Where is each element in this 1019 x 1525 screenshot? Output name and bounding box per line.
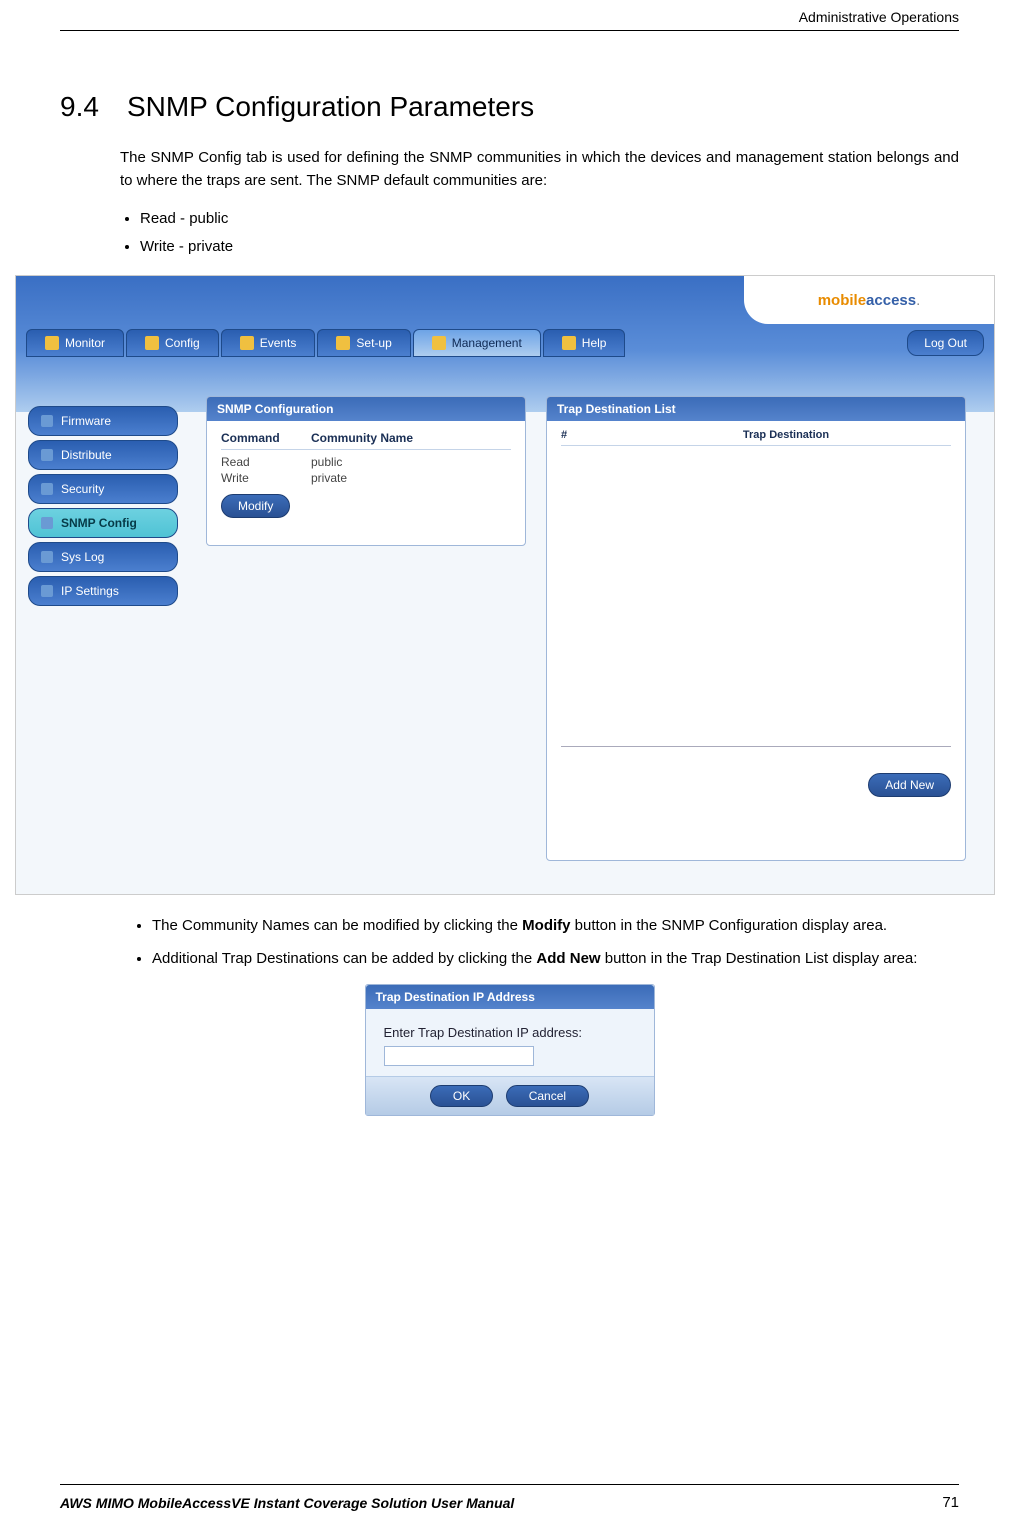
modify-button[interactable]: Modify [221,494,290,518]
page-number: 71 [942,1494,959,1511]
col-community-name: Community Name [311,431,413,445]
list-item: Read - public [140,206,959,232]
page-header-right: Administrative Operations [799,9,959,25]
distribute-icon [41,449,53,461]
logout-button[interactable]: Log Out [907,330,984,356]
app-screenshot: mobileaccess. Monitor Config Events Set-… [15,275,995,895]
nav-bar: Monitor Config Events Set-up Management … [26,326,984,360]
table-row: Writeprivate [221,470,511,486]
sidebar-item-syslog[interactable]: Sys Log [28,542,178,572]
monitor-icon [45,336,59,350]
cancel-button[interactable]: Cancel [506,1085,589,1107]
add-new-button[interactable]: Add New [868,773,951,797]
nav-tab-management[interactable]: Management [413,329,541,357]
list-item: Write - private [140,234,959,260]
col-hash: # [561,429,621,441]
ok-button[interactable]: OK [430,1085,493,1107]
nav-tab-monitor[interactable]: Monitor [26,329,124,357]
trap-ip-dialog: Trap Destination IP Address Enter Trap D… [365,984,655,1116]
wrench-icon [145,336,159,350]
sidebar: Firmware Distribute Security SNMP Config… [28,406,178,606]
section-number: 9.4 [60,91,99,123]
nav-tab-setup[interactable]: Set-up [317,329,410,357]
sidebar-item-firmware[interactable]: Firmware [28,406,178,436]
sidebar-item-snmp-config[interactable]: SNMP Config [28,508,178,538]
snmp-panel-title: SNMP Configuration [207,397,525,421]
footer-left: AWS MIMO MobileAccessVE Instant Coverage… [60,1495,514,1511]
table-row: Readpublic [221,454,511,470]
setup-icon [336,336,350,350]
sidebar-item-distribute[interactable]: Distribute [28,440,178,470]
logo: mobileaccess. [744,276,994,324]
trap-panel-title: Trap Destination List [547,397,965,421]
nav-tab-help[interactable]: Help [543,329,626,357]
trap-ip-input[interactable] [384,1046,534,1066]
firmware-icon [41,415,53,427]
syslog-icon [41,551,53,563]
intro-paragraph: The SNMP Config tab is used for defining… [120,147,959,192]
help-icon [562,336,576,350]
events-icon [240,336,254,350]
ip-icon [41,585,53,597]
col-command: Command [221,431,311,445]
col-trap-destination: Trap Destination [621,429,951,441]
management-icon [432,336,446,350]
bullet-list-top: Read - public Write - private [120,206,959,259]
trap-destination-panel: Trap Destination List # Trap Destination… [546,396,966,861]
bullet-list-bottom: The Community Names can be modified by c… [132,915,959,970]
security-icon [41,483,53,495]
dialog-label: Enter Trap Destination IP address: [384,1025,636,1040]
list-item: The Community Names can be modified by c… [152,915,959,938]
sidebar-item-ipsettings[interactable]: IP Settings [28,576,178,606]
list-item: Additional Trap Destinations can be adde… [152,948,959,971]
section-heading: 9.4 SNMP Configuration Parameters [60,91,959,123]
sidebar-item-security[interactable]: Security [28,474,178,504]
section-title: SNMP Configuration Parameters [127,91,534,123]
snmp-icon [41,517,53,529]
snmp-config-panel: SNMP Configuration Command Community Nam… [206,396,526,546]
nav-tab-config[interactable]: Config [126,329,219,357]
nav-tab-events[interactable]: Events [221,329,316,357]
dialog-title: Trap Destination IP Address [366,985,654,1009]
